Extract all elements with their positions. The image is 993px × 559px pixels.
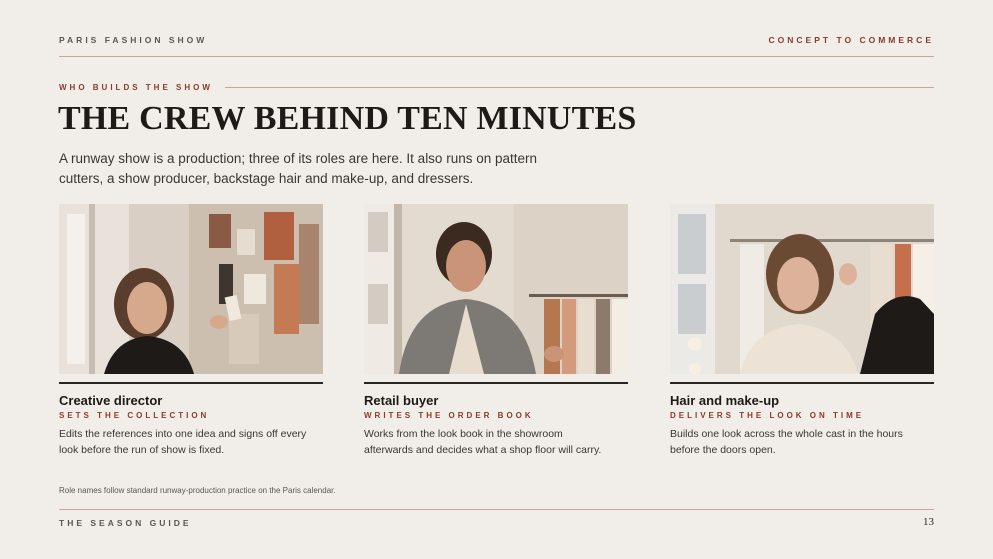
role-card-retail-buyer: Retail buyer WRITES THE ORDER BOOK Works… [364,204,628,458]
footer-divider [59,509,934,510]
creative-director-photo [59,204,323,374]
role-title: Retail buyer [364,393,439,408]
role-card-creative-director: Creative director SETS THE COLLECTION Ed… [59,204,323,458]
role-description: Builds one look across the whole cast in… [670,428,903,456]
hair-makeup-photo [670,204,934,374]
header-divider [59,56,934,57]
footer-label: THE SEASON GUIDE [59,518,192,528]
role-subtitle: WRITES THE ORDER BOOK [364,411,534,420]
source-note: Role names follow standard runway-produc… [59,486,336,495]
role-description: Works from the look book in the showroom… [364,428,602,456]
role-title: Creative director [59,393,163,408]
card-divider [364,382,628,384]
eyebrow-divider [224,87,934,88]
role-description: Edits the references into one idea and s… [59,428,307,456]
role-subtitle: DELIVERS THE LOOK ON TIME [670,411,865,420]
card-divider [670,382,934,384]
section-eyebrow-row: WHO BUILDS THE SHOW [59,83,934,92]
role-card-hair-makeup: Hair and make-up DELIVERS THE LOOK ON TI… [670,204,934,458]
role-subtitle: SETS THE COLLECTION [59,411,210,420]
section-eyebrow: WHO BUILDS THE SHOW [59,83,213,92]
page-title: THE CREW BEHIND TEN MINUTES [58,100,637,137]
retail-buyer-photo [364,204,628,374]
role-title: Hair and make-up [670,393,780,408]
card-divider [59,382,323,384]
header-left: PARIS FASHION SHOW [59,35,208,45]
header-right: CONCEPT TO COMMERCE [768,35,934,45]
page-number: 13 [923,516,934,528]
intro-paragraph: A runway show is a production; three of … [59,151,538,186]
